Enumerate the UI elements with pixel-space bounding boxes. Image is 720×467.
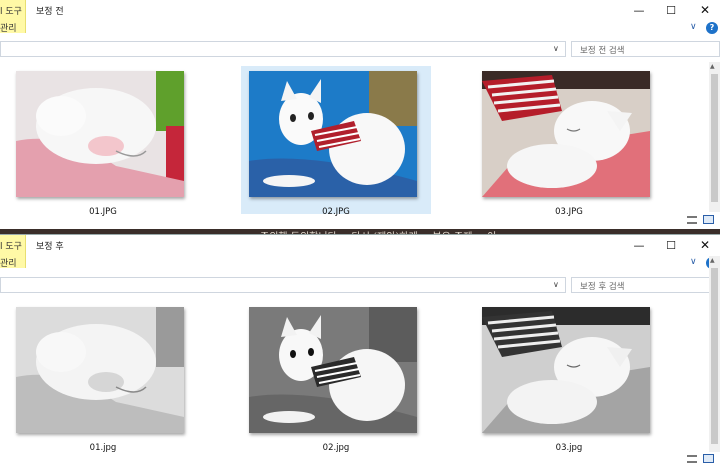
file-name: 03.jpg — [555, 443, 583, 453]
window-title: 보정 후 — [36, 242, 64, 252]
file-item-01[interactable]: 01.JPG — [8, 66, 198, 217]
search-input[interactable]: 보정 전 검색 — [571, 41, 720, 57]
address-bar[interactable]: ∨ — [0, 41, 566, 57]
minimize-icon[interactable]: — — [624, 235, 654, 255]
picture-tools-tab[interactable]: l 도구 관리 — [0, 0, 26, 34]
thumbnail-image — [249, 71, 417, 197]
details-view-icon[interactable] — [687, 216, 697, 224]
tool-tab-label: l 도구 — [0, 242, 22, 252]
file-item-03[interactable]: 03.JPG — [474, 66, 664, 217]
maximize-icon[interactable]: ☐ — [656, 235, 686, 255]
details-view-icon[interactable] — [687, 455, 697, 463]
ribbon-expand-icon[interactable]: ∨ — [690, 257, 697, 267]
file-list: 01.jpg 02.jpg 03.jpg — [0, 298, 690, 466]
help-icon[interactable]: ? — [706, 22, 718, 34]
file-name: 02.jpg — [322, 443, 350, 453]
file-name: 02.JPG — [322, 207, 350, 217]
file-item-02[interactable]: 02.jpg — [241, 302, 431, 453]
scroll-thumb[interactable] — [711, 268, 718, 444]
close-icon[interactable]: ✕ — [690, 235, 720, 255]
tool-tab-label: l 도구 — [0, 7, 22, 17]
search-input[interactable]: 보정 후 검색 — [571, 277, 720, 293]
scroll-up-icon[interactable]: ▲ — [710, 257, 715, 264]
maximize-icon[interactable]: ☐ — [656, 0, 686, 20]
thumbnails-view-icon[interactable] — [703, 454, 714, 463]
scroll-up-icon[interactable]: ▲ — [710, 63, 715, 70]
close-icon[interactable]: ✕ — [690, 0, 720, 20]
view-switcher — [687, 214, 717, 226]
file-name: 03.JPG — [555, 207, 583, 217]
search-placeholder: 보정 전 검색 — [580, 46, 625, 56]
thumbnails-view-icon[interactable] — [703, 215, 714, 224]
title-bar[interactable]: 보정 전 — ☐ ✕ — [0, 0, 720, 20]
file-item-02[interactable]: 02.JPG — [241, 66, 431, 217]
file-name: 01.jpg — [89, 443, 117, 453]
manage-tab-label[interactable]: 관리 — [0, 21, 17, 34]
minimize-icon[interactable]: — — [624, 0, 654, 20]
file-item-03[interactable]: 03.jpg — [474, 302, 664, 453]
vertical-scrollbar[interactable]: ▲ — [709, 256, 720, 452]
thumbnail-image — [16, 71, 184, 197]
vertical-scrollbar[interactable]: ▲ — [709, 62, 720, 212]
thumbnail-image — [482, 71, 650, 197]
explorer-window-after: 보정 후 — ☐ ✕ l 도구 관리 ∨ ? ∨ ↻ 보정 후 검색 — [0, 234, 720, 467]
title-bar[interactable]: 보정 후 — ☐ ✕ — [0, 235, 720, 255]
window-title: 보정 전 — [36, 7, 64, 17]
ribbon-expand-icon[interactable]: ∨ — [690, 22, 697, 32]
scroll-thumb[interactable] — [711, 74, 718, 202]
thumbnail-image — [249, 307, 417, 433]
file-list: 01.JPG 02.JPG 03.JPG — [0, 62, 690, 226]
address-dropdown-icon[interactable]: ∨ — [553, 44, 559, 53]
thumbnail-image — [16, 307, 184, 433]
picture-tools-tab[interactable]: l 도구 관리 — [0, 235, 26, 269]
file-name: 01.JPG — [89, 207, 117, 217]
search-placeholder: 보정 후 검색 — [580, 282, 625, 292]
view-switcher — [687, 453, 717, 465]
explorer-window-before: 보정 전 — ☐ ✕ l 도구 관리 ∨ ? ∨ ↻ 보정 전 검색 — [0, 0, 720, 229]
manage-tab-label[interactable]: 관리 — [0, 256, 17, 269]
thumbnail-image — [482, 307, 650, 433]
address-dropdown-icon[interactable]: ∨ — [553, 280, 559, 289]
address-bar[interactable]: ∨ — [0, 277, 566, 293]
file-item-01[interactable]: 01.jpg — [8, 302, 198, 453]
